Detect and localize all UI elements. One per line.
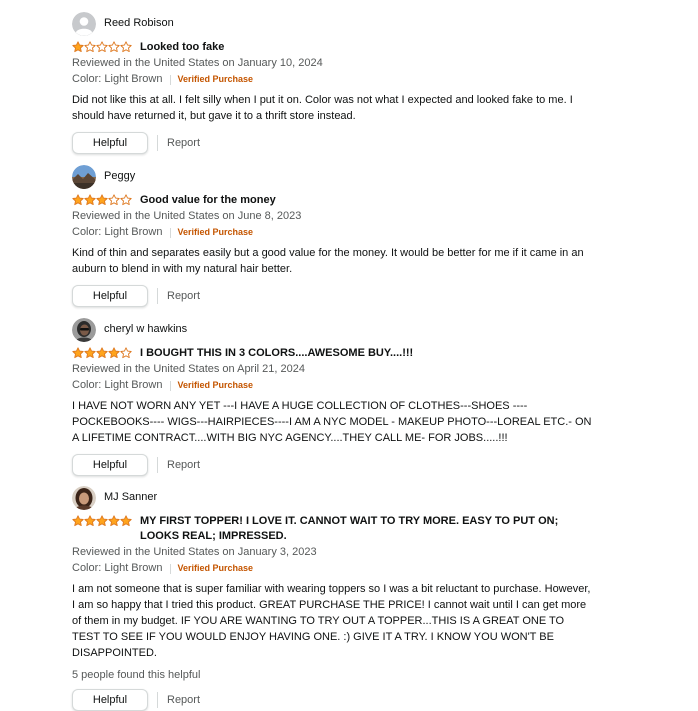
star-filled-icon bbox=[108, 347, 120, 359]
star-empty-icon bbox=[120, 194, 132, 206]
divider bbox=[157, 692, 158, 708]
review-author: cheryl w hawkins bbox=[72, 318, 592, 344]
star-filled-icon bbox=[72, 41, 84, 53]
verified-purchase-badge[interactable]: Verified Purchase bbox=[178, 561, 254, 576]
star-filled-icon bbox=[72, 194, 84, 206]
author-name[interactable]: Reed Robison bbox=[104, 17, 174, 29]
review-date: Reviewed in the United States on June 8,… bbox=[72, 210, 302, 222]
author-name[interactable]: MJ Sanner bbox=[104, 491, 157, 503]
product-variant[interactable]: Color: Light Brown bbox=[72, 72, 163, 87]
divider bbox=[169, 380, 171, 391]
helpful-button[interactable]: Helpful bbox=[72, 132, 148, 154]
review-title[interactable]: Looked too fake bbox=[140, 40, 224, 55]
review-title[interactable]: MY FIRST TOPPER! I LOVE IT. CANNOT WAIT … bbox=[140, 514, 592, 544]
review-title[interactable]: I BOUGHT THIS IN 3 COLORS....AWESOME BUY… bbox=[140, 346, 413, 361]
report-link[interactable]: Report bbox=[167, 459, 200, 471]
review-body: Did not like this at all. I felt silly w… bbox=[72, 94, 573, 122]
divider bbox=[169, 227, 171, 238]
helpful-button[interactable]: Helpful bbox=[72, 689, 148, 711]
star-filled-icon bbox=[120, 515, 132, 527]
review-author: Reed Robison bbox=[72, 12, 592, 38]
avatar bbox=[72, 486, 96, 510]
review-date: Reviewed in the United States on April 2… bbox=[72, 363, 305, 375]
review-date: Reviewed in the United States on January… bbox=[72, 57, 323, 69]
divider bbox=[169, 563, 171, 574]
report-link[interactable]: Report bbox=[167, 137, 200, 149]
verified-purchase-badge[interactable]: Verified Purchase bbox=[178, 378, 254, 393]
star-filled-icon bbox=[96, 194, 108, 206]
report-link[interactable]: Report bbox=[167, 694, 200, 706]
star-filled-icon bbox=[96, 515, 108, 527]
star-filled-icon bbox=[84, 194, 96, 206]
product-variant[interactable]: Color: Light Brown bbox=[72, 225, 163, 240]
verified-purchase-badge[interactable]: Verified Purchase bbox=[178, 225, 254, 240]
divider bbox=[157, 457, 158, 473]
review-card: Peggy Good value for the money Reviewed … bbox=[72, 165, 592, 307]
review-card: Reed Robison Looked too fake Reviewed in… bbox=[72, 12, 592, 154]
star-empty-icon bbox=[120, 41, 132, 53]
review-body: I HAVE NOT WORN ANY YET ---I HAVE A HUGE… bbox=[72, 400, 592, 444]
report-link[interactable]: Report bbox=[167, 290, 200, 302]
review-author: Peggy bbox=[72, 165, 592, 191]
star-filled-icon bbox=[108, 515, 120, 527]
star-rating[interactable] bbox=[72, 41, 132, 53]
star-empty-icon bbox=[120, 347, 132, 359]
product-variant[interactable]: Color: Light Brown bbox=[72, 561, 163, 576]
star-empty-icon bbox=[108, 41, 120, 53]
review-author: MJ Sanner bbox=[72, 486, 592, 512]
review-date: Reviewed in the United States on January… bbox=[72, 546, 317, 558]
star-filled-icon bbox=[84, 347, 96, 359]
review-body: I am not someone that is super familiar … bbox=[72, 583, 591, 659]
review-body: Kind of thin and separates easily but a … bbox=[72, 247, 584, 275]
divider bbox=[169, 74, 171, 85]
review-card: cheryl w hawkins I BOUGHT THIS IN 3 COLO… bbox=[72, 318, 592, 476]
star-empty-icon bbox=[84, 41, 96, 53]
star-empty-icon bbox=[96, 41, 108, 53]
divider bbox=[157, 135, 158, 151]
default-avatar-icon bbox=[72, 12, 96, 36]
author-name[interactable]: cheryl w hawkins bbox=[104, 323, 187, 335]
product-variant[interactable]: Color: Light Brown bbox=[72, 378, 163, 393]
helpful-button[interactable]: Helpful bbox=[72, 454, 148, 476]
star-filled-icon bbox=[84, 515, 96, 527]
star-filled-icon bbox=[72, 347, 84, 359]
review-title[interactable]: Good value for the money bbox=[140, 193, 276, 208]
divider bbox=[157, 288, 158, 304]
star-rating[interactable] bbox=[72, 194, 132, 206]
star-rating[interactable] bbox=[72, 347, 132, 359]
review-card: MJ Sanner MY FIRST TOPPER! I LOVE IT. CA… bbox=[72, 486, 592, 711]
author-name[interactable]: Peggy bbox=[104, 170, 135, 182]
verified-purchase-badge[interactable]: Verified Purchase bbox=[178, 72, 254, 87]
star-empty-icon bbox=[108, 194, 120, 206]
avatar bbox=[72, 318, 96, 342]
star-rating[interactable] bbox=[72, 515, 132, 527]
star-filled-icon bbox=[96, 347, 108, 359]
star-filled-icon bbox=[72, 515, 84, 527]
avatar bbox=[72, 165, 96, 189]
helpful-count: 5 people found this helpful bbox=[72, 669, 201, 681]
helpful-button[interactable]: Helpful bbox=[72, 285, 148, 307]
